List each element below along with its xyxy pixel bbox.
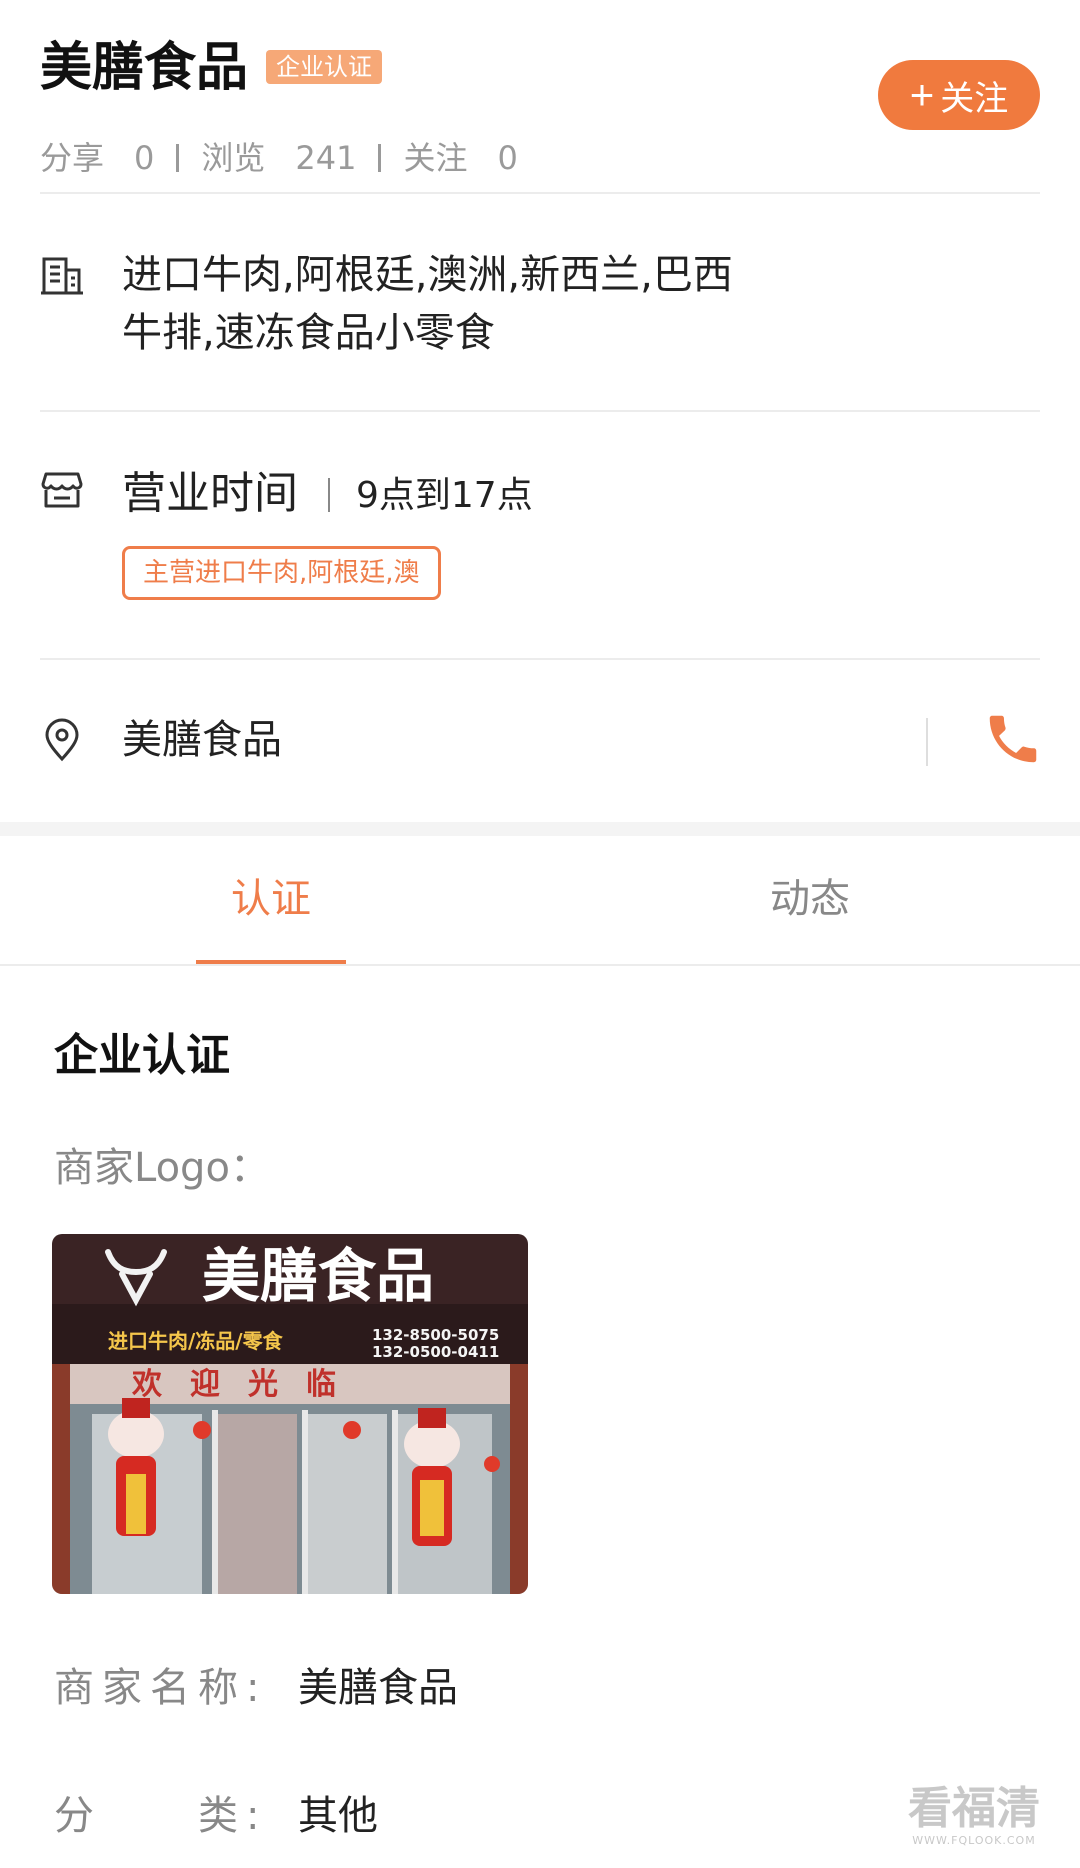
description-line: 牛排,速冻食品小零食 bbox=[122, 310, 495, 356]
merchant-page: 美膳食品 企业认证 分享 0 浏览 241 关注 0 + 关注 进口牛肉,阿根廷… bbox=[0, 0, 1080, 1868]
shop-stats: 分享 0 浏览 241 关注 0 bbox=[40, 136, 540, 180]
merchant-name-key: 商家名称: bbox=[54, 1665, 268, 1711]
category-row: 分 类: 其他 bbox=[54, 1790, 378, 1842]
merchant-name-value: 美膳食品 bbox=[298, 1665, 458, 1711]
active-tab-indicator bbox=[196, 960, 346, 964]
category-value: 其他 bbox=[298, 1793, 378, 1839]
mascot-figure bbox=[404, 1408, 460, 1546]
stat-follow-value: 0 bbox=[497, 139, 518, 177]
divider bbox=[40, 658, 1040, 660]
follow-button-label: 关注 bbox=[940, 79, 1009, 118]
stat-share-value: 0 bbox=[134, 139, 155, 177]
location-pin-icon bbox=[45, 718, 79, 762]
sign-phone-2: 132-0500-0411 bbox=[372, 1343, 499, 1361]
sign-welcome-text: 欢迎光临 bbox=[131, 1367, 364, 1402]
sign-phone-1: 132-8500-5075 bbox=[372, 1326, 499, 1344]
sign-slogan-text: 进口牛肉/冻品/零食 bbox=[108, 1329, 284, 1353]
description-line: 进口牛肉,阿根廷,澳洲,新西兰,巴西 bbox=[122, 252, 733, 298]
stat-follow-label: 关注 bbox=[403, 139, 468, 177]
hours-label: 营业时间 bbox=[122, 468, 298, 519]
main-business-tag: 主营进口牛肉,阿根廷,澳 bbox=[122, 546, 441, 600]
divider bbox=[40, 192, 1040, 194]
merchant-logo-image[interactable]: 美膳食品 进口牛肉/冻品/零食 132-8500-5075 132-0500-0… bbox=[52, 1234, 528, 1594]
section-gap bbox=[0, 822, 1080, 836]
merchant-name-row: 商家名称: 美膳食品 bbox=[54, 1662, 458, 1714]
hours-divider bbox=[328, 478, 330, 512]
merchant-header: 美膳食品 企业认证 分享 0 浏览 241 关注 0 + 关注 bbox=[40, 36, 1040, 177]
watermark-main: 看福清 bbox=[908, 1783, 1040, 1834]
address-text[interactable]: 美膳食品 bbox=[122, 714, 282, 766]
address-divider bbox=[926, 718, 928, 766]
tab-certification[interactable]: 认证 bbox=[196, 836, 346, 966]
business-description: 进口牛肉,阿根廷,澳洲,新西兰,巴西 牛排,速冻食品小零食 bbox=[122, 246, 842, 362]
plus-icon: + bbox=[909, 71, 935, 118]
enterprise-verified-badge: 企业认证 bbox=[266, 50, 382, 84]
watermark-sub: WWW.FQLOOK.COM bbox=[912, 1834, 1036, 1847]
hours-value: 9点到17点 bbox=[356, 475, 533, 516]
tab-updates[interactable]: 动态 bbox=[735, 836, 885, 966]
sign-brand-text: 美膳食品 bbox=[202, 1242, 434, 1310]
watermark: 看福清 WWW.FQLOOK.COM bbox=[894, 1784, 1054, 1848]
section-title: 企业认证 bbox=[54, 1030, 230, 1081]
divider bbox=[40, 410, 1040, 412]
stat-share-label: 分享 bbox=[40, 139, 105, 177]
category-key: 分 类: bbox=[54, 1793, 268, 1839]
stat-divider bbox=[378, 144, 382, 172]
shop-icon bbox=[41, 472, 83, 508]
stat-views-value: 241 bbox=[295, 139, 357, 177]
tab-bar: 认证 动态 bbox=[0, 836, 1080, 966]
mascot-figure bbox=[108, 1398, 164, 1536]
stat-views-label: 浏览 bbox=[201, 139, 266, 177]
building-icon bbox=[41, 257, 83, 295]
logo-label: 商家Logo： bbox=[54, 1145, 270, 1191]
stat-divider bbox=[176, 144, 180, 172]
follow-button[interactable]: + 关注 bbox=[878, 60, 1040, 130]
shop-title: 美膳食品 bbox=[40, 38, 249, 98]
phone-icon[interactable] bbox=[982, 708, 1044, 770]
